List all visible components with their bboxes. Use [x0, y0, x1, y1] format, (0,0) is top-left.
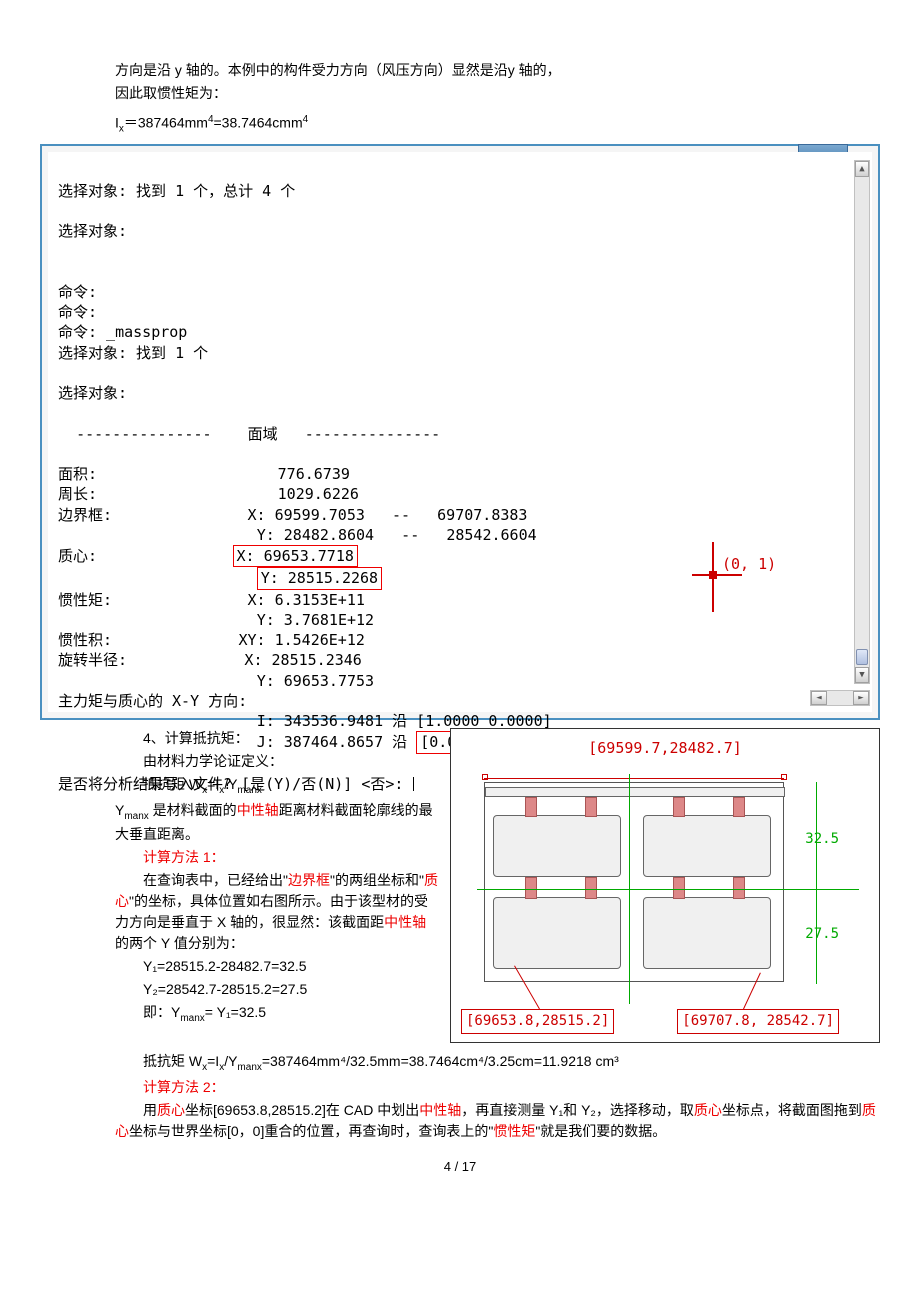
- thermal-break-6: [585, 877, 597, 899]
- axis-indicator: (0, 1): [692, 542, 782, 612]
- corner-marker-tl: [482, 774, 488, 780]
- wx-formula: 抵抗矩 Wx=Ix/Ymanx=387464mm⁴/32.5mm=38.7464…: [115, 1051, 880, 1075]
- dim-upper: 32.5: [805, 829, 839, 850]
- page-number: 4 / 17: [40, 1157, 880, 1177]
- method2-text: 用质心坐标[69653.8,28515.2]在 CAD 中划出中性轴，再直接测量…: [115, 1100, 880, 1142]
- ymanx-def: Ymanx 是材料截面的中性轴距离材料截面轮廓线的最大垂直距离。: [115, 800, 440, 845]
- centroid-label: 质心:: [58, 547, 97, 565]
- profile-drawing: 32.5 27.5: [469, 764, 839, 1004]
- ix-formula: Ix＝387464mm4=38.7464cmm4: [115, 112, 880, 136]
- cad-block1: 选择对象: 找到 1 个，总计 4 个 选择对象: 命令: 命令: 命令: _m…: [58, 182, 537, 544]
- thermal-break-8: [733, 877, 745, 899]
- text-cursor: [413, 777, 414, 791]
- chamber-4: [643, 897, 771, 969]
- intro-paragraph: 方向是沿 y 轴的。本例中的构件受力方向（风压方向）显然是沿y 轴的， 因此取惯…: [115, 60, 880, 104]
- scroll-up-icon[interactable]: ▲: [855, 161, 869, 177]
- scroll-right-icon[interactable]: ►: [853, 691, 869, 705]
- write-prompt: 是否将分析结果写入文件? [是(Y)/否(N)] <否>:: [58, 775, 413, 793]
- scroll-down-icon[interactable]: ▼: [855, 667, 869, 683]
- method1-text: 在查询表中，已经给出"边界框"的两组坐标和"质心"的坐标，具体位置如右图所示。由…: [115, 870, 440, 954]
- profile-diagram: [69599.7,28482.7]: [450, 728, 880, 1043]
- centroid-axis-h: [477, 889, 859, 890]
- coord-br: [69707.8, 28542.7]: [677, 1009, 839, 1034]
- coord-centroid: [69653.8,28515.2]: [461, 1009, 614, 1034]
- profile-boundary: [484, 782, 784, 982]
- corner-marker-tr: [781, 774, 787, 780]
- chamber-3: [493, 897, 621, 969]
- j-line-pre: J: 387464.8657 沿: [58, 733, 416, 751]
- scroll-left-icon[interactable]: ◄: [811, 691, 827, 705]
- chamber-1: [493, 815, 621, 877]
- cad-output: 选择对象: 找到 1 个，总计 4 个 选择对象: 命令: 命令: 命令: _m…: [48, 152, 872, 712]
- cad-block2: 惯性矩: X: 6.3153E+11 Y: 3.7681E+12 惯性积: XY…: [58, 591, 552, 731]
- ymanx-result: 即：Ymanx= Y₁=32.5: [115, 1002, 440, 1026]
- cad-text-window: 选择对象: 找到 1 个，总计 4 个 选择对象: 命令: 命令: 命令: _m…: [40, 144, 880, 720]
- thermal-break-3: [673, 797, 685, 817]
- chamber-2: [643, 815, 771, 877]
- intro-line1: 方向是沿 y 轴的。本例中的构件受力方向（风压方向）显然是沿y 轴的，: [115, 60, 880, 81]
- axis-label: (0, 1): [722, 554, 776, 574]
- centroid-x-box: X: 69653.7718: [233, 545, 358, 567]
- vertical-scrollbar[interactable]: ▲ ▼: [854, 160, 870, 684]
- thermal-break-5: [525, 877, 537, 899]
- profile-bar-top: [485, 787, 785, 797]
- intro-line2: 因此取惯性矩为：: [115, 83, 880, 104]
- method1-label: 计算方法 1：: [115, 847, 440, 868]
- dim-extension-line: [816, 782, 817, 984]
- thermal-break-2: [585, 797, 597, 817]
- thermal-break-7: [673, 877, 685, 899]
- sec4-p1: 由材料力学论证定义：: [115, 751, 440, 772]
- centroid-axis-v: [629, 774, 630, 1004]
- scroll-thumb[interactable]: [856, 649, 868, 665]
- top-coordinate: [69599.7,28482.7]: [459, 737, 871, 760]
- dim-lower: 27.5: [805, 924, 839, 945]
- after-section: 抵抗矩 Wx=Ix/Ymanx=387464mm⁴/32.5mm=38.7464…: [40, 1051, 880, 1142]
- centroid-y-box: Y: 28515.2268: [257, 567, 382, 589]
- y2-calc: Y₂=28542.7-28515.2=27.5: [115, 979, 440, 1000]
- top-red-line: [484, 778, 784, 779]
- y1-calc: Y₁=28515.2-28482.7=32.5: [115, 956, 440, 977]
- horizontal-scrollbar[interactable]: ◄ ►: [810, 690, 870, 706]
- thermal-break-4: [733, 797, 745, 817]
- thermal-break-1: [525, 797, 537, 817]
- method2-label: 计算方法 2：: [115, 1077, 880, 1098]
